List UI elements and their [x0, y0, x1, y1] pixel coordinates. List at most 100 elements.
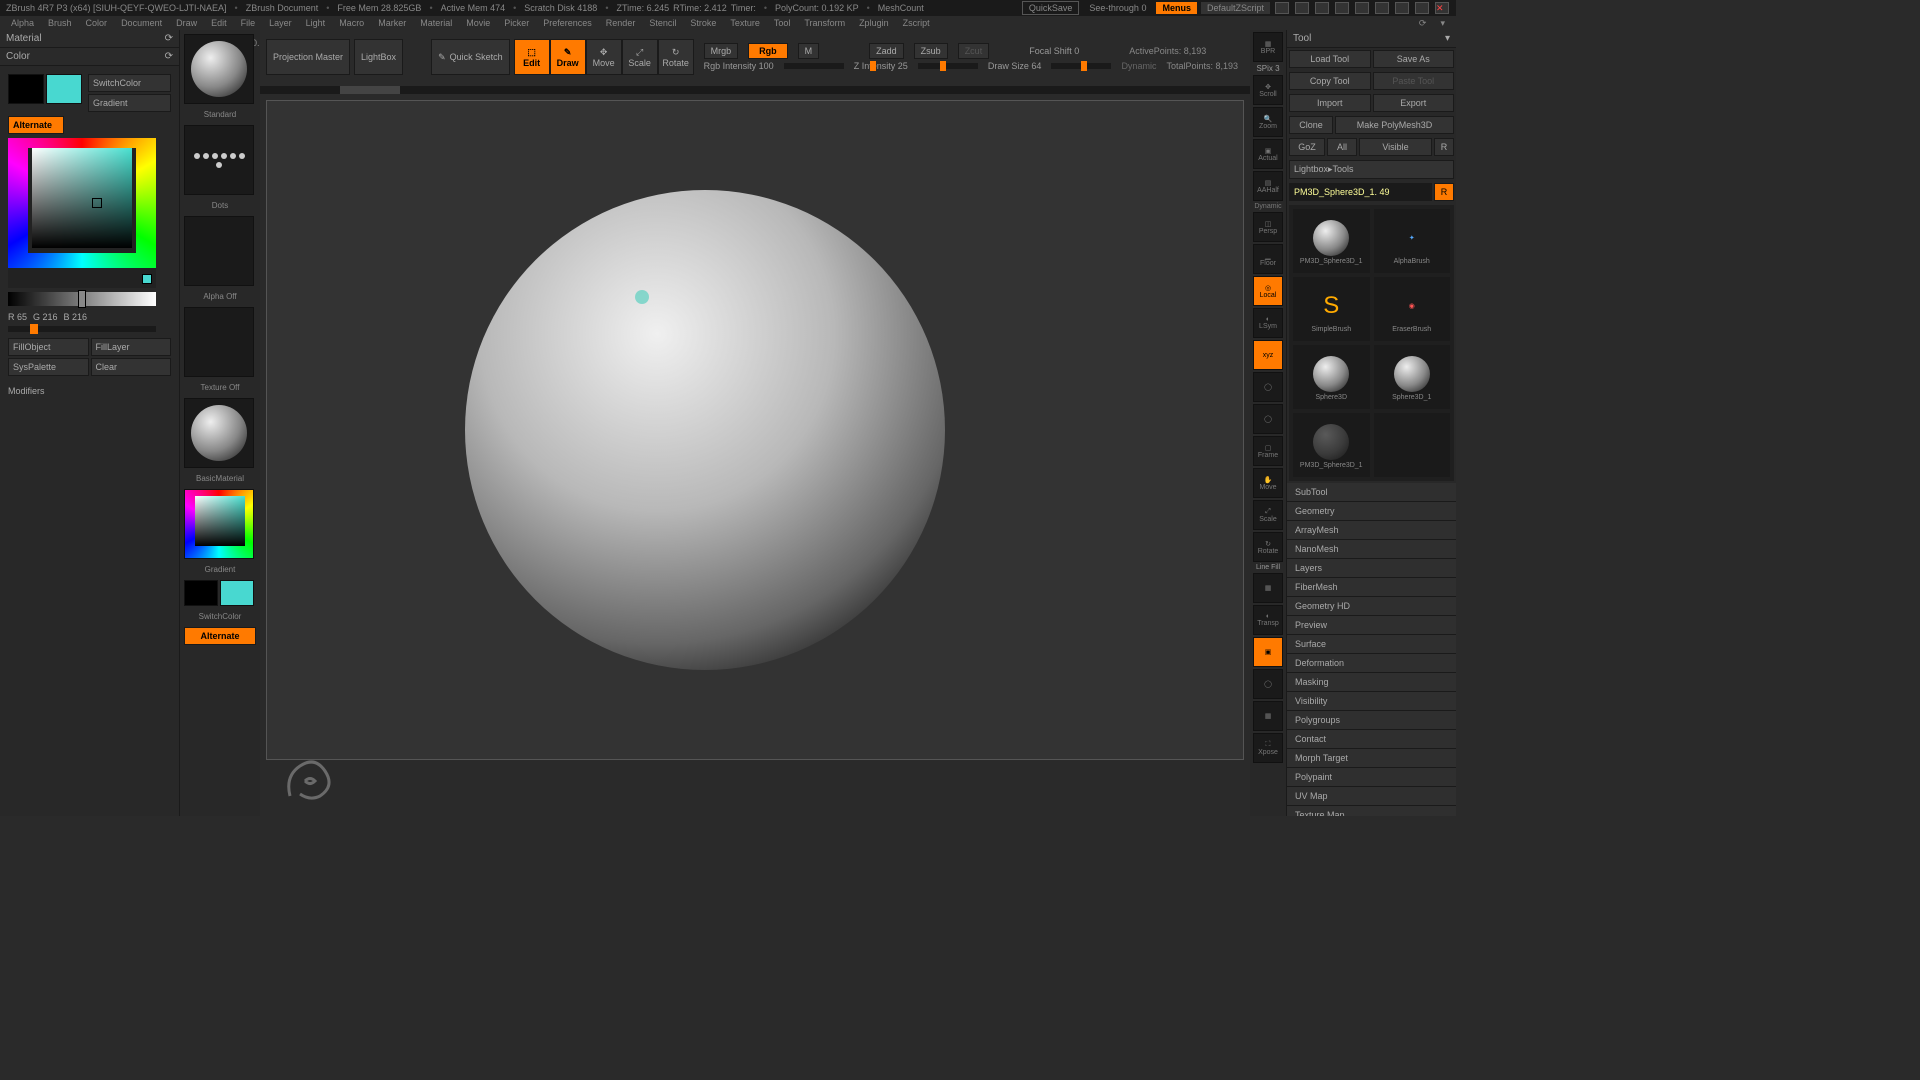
menu-stroke[interactable]: Stroke — [685, 18, 721, 28]
modifiers-header[interactable]: Modifiers — [8, 382, 171, 400]
menu-color[interactable]: Color — [81, 18, 113, 28]
acc-arraymesh[interactable]: ArrayMesh — [1287, 521, 1456, 540]
acc-geometry[interactable]: Geometry — [1287, 502, 1456, 521]
menu-stencil[interactable]: Stencil — [644, 18, 681, 28]
drawsize-slider[interactable]: Draw Size 64 — [988, 61, 1042, 71]
zsub-button[interactable]: Zsub — [914, 43, 948, 59]
goz-button[interactable]: GoZ — [1289, 138, 1325, 156]
material-tile[interactable] — [184, 398, 254, 468]
tool-thumb-sphere3d-1[interactable]: Sphere3D_1 — [1374, 345, 1451, 409]
menu-material[interactable]: Material — [415, 18, 457, 28]
menu-layer[interactable]: Layer — [264, 18, 297, 28]
rgb-button[interactable]: Rgb — [748, 43, 788, 59]
gradient-button[interactable]: Gradient — [88, 94, 171, 112]
local-button[interactable]: ◎Local — [1253, 276, 1283, 306]
goz-all-button[interactable]: All — [1327, 138, 1357, 156]
move-nav-button[interactable]: ✋Move — [1253, 468, 1283, 498]
menu-document[interactable]: Document — [116, 18, 167, 28]
window-icon[interactable] — [1375, 2, 1389, 14]
lightbox-tools-button[interactable]: Lightbox▸Tools — [1289, 160, 1454, 179]
menu-movie[interactable]: Movie — [461, 18, 495, 28]
fillobject-button[interactable]: FillObject — [8, 338, 89, 356]
quicksketch-button[interactable]: ✎Quick Sketch — [431, 39, 510, 75]
menu-brush[interactable]: Brush — [43, 18, 77, 28]
make-polymesh-button[interactable]: Make PolyMesh3D — [1335, 116, 1454, 134]
edit-mode-button[interactable]: ⬚Edit — [514, 39, 550, 75]
tool-thumb-alphabrush[interactable]: ✦AlphaBrush — [1374, 209, 1451, 273]
acc-surface[interactable]: Surface — [1287, 635, 1456, 654]
window-icon[interactable] — [1295, 2, 1309, 14]
tool-header[interactable]: Tool — [1293, 33, 1311, 44]
mini-secondary-swatch[interactable] — [184, 580, 218, 606]
collapse-icon[interactable]: ▾ — [1435, 18, 1450, 29]
frame-button[interactable]: ▢Frame — [1253, 436, 1283, 466]
grayscale-slider[interactable] — [8, 292, 156, 306]
secondary-color-swatch[interactable] — [8, 74, 44, 104]
tool-thumb-pm3d[interactable]: PM3D_Sphere3D_1 — [1293, 413, 1370, 477]
dynamic-label[interactable]: Dynamic — [1121, 61, 1156, 71]
save-as-button[interactable]: Save As — [1373, 50, 1455, 68]
spix-label[interactable]: SPix 3 — [1256, 64, 1279, 73]
m-button[interactable]: M — [798, 43, 820, 59]
solo-button[interactable]: ▣ — [1253, 637, 1283, 667]
acc-deformation[interactable]: Deformation — [1287, 654, 1456, 673]
refresh-icon[interactable]: ⟳ — [165, 33, 173, 44]
acc-morphtarget[interactable]: Morph Target — [1287, 749, 1456, 768]
collapse-icon[interactable]: ▾ — [1445, 33, 1450, 44]
acc-subtool[interactable]: SubTool — [1287, 483, 1456, 502]
xyz-button[interactable]: xyz — [1253, 340, 1283, 370]
window-icon[interactable] — [1395, 2, 1409, 14]
bpr-button[interactable]: ▦BPR — [1253, 32, 1283, 62]
filllayer-button[interactable]: FillLayer — [91, 338, 172, 356]
quicksave-button[interactable]: QuickSave — [1022, 1, 1080, 15]
persp-button[interactable]: ◫Persp — [1253, 212, 1283, 242]
acc-uvmap[interactable]: UV Map — [1287, 787, 1456, 806]
acc-layers[interactable]: Layers — [1287, 559, 1456, 578]
window-icon[interactable] — [1275, 2, 1289, 14]
acc-fibermesh[interactable]: FiberMesh — [1287, 578, 1456, 597]
menu-tool[interactable]: Tool — [769, 18, 796, 28]
acc-visibility[interactable]: Visibility — [1287, 692, 1456, 711]
menu-light[interactable]: Light — [301, 18, 331, 28]
zadd-button[interactable]: Zadd — [869, 43, 904, 59]
tool-thumb-current[interactable]: PM3D_Sphere3D_1 — [1293, 209, 1370, 273]
menu-zscript[interactable]: Zscript — [898, 18, 935, 28]
acc-geometryhd[interactable]: Geometry HD — [1287, 597, 1456, 616]
clear-button[interactable]: Clear — [91, 358, 172, 376]
transp-button[interactable]: ◐Transp — [1253, 605, 1283, 635]
menu-draw[interactable]: Draw — [171, 18, 202, 28]
menu-file[interactable]: File — [236, 18, 261, 28]
import-button[interactable]: Import — [1289, 94, 1371, 112]
actual-button[interactable]: ▣Actual — [1253, 139, 1283, 169]
linefill-label[interactable]: Line Fill — [1256, 564, 1280, 571]
menu-preferences[interactable]: Preferences — [538, 18, 597, 28]
mini-color-picker[interactable] — [184, 489, 254, 559]
color-picker[interactable] — [8, 138, 156, 288]
alpha-tile[interactable] — [184, 216, 254, 286]
zintensity-slider[interactable]: Z Intensity 25 — [854, 61, 908, 71]
acc-preview[interactable]: Preview — [1287, 616, 1456, 635]
grid-button[interactable]: ▦ — [1253, 573, 1283, 603]
zoom-button[interactable]: 🔍Zoom — [1253, 107, 1283, 137]
axis-button[interactable]: ◯ — [1253, 372, 1283, 402]
acc-contact[interactable]: Contact — [1287, 730, 1456, 749]
ghost-button[interactable]: ◯ — [1253, 669, 1283, 699]
menu-alpha[interactable]: Alpha — [6, 18, 39, 28]
seethrough-slider[interactable]: See-through 0 — [1089, 3, 1146, 13]
window-icon[interactable] — [1335, 2, 1349, 14]
material-header[interactable]: Material — [6, 33, 42, 44]
goz-visible-button[interactable]: Visible — [1359, 138, 1432, 156]
rgbintensity-slider[interactable]: Rgb Intensity 100 — [704, 61, 774, 71]
rotate-mode-button[interactable]: ↻Rotate — [658, 39, 694, 75]
r-slider[interactable] — [8, 326, 156, 332]
menu-render[interactable]: Render — [601, 18, 641, 28]
sphere-mesh[interactable] — [465, 190, 945, 670]
draw-mode-button[interactable]: ✎Draw — [550, 39, 586, 75]
acc-polypaint[interactable]: Polypaint — [1287, 768, 1456, 787]
clone-button[interactable]: Clone — [1289, 116, 1333, 134]
tool-thumb-empty[interactable] — [1374, 413, 1451, 477]
xpose-button[interactable]: ⛶Xpose — [1253, 733, 1283, 763]
scale-mode-button[interactable]: ⤢Scale — [622, 39, 658, 75]
acc-polygroups[interactable]: Polygroups — [1287, 711, 1456, 730]
floor-button[interactable]: ▁Floor — [1253, 244, 1283, 274]
